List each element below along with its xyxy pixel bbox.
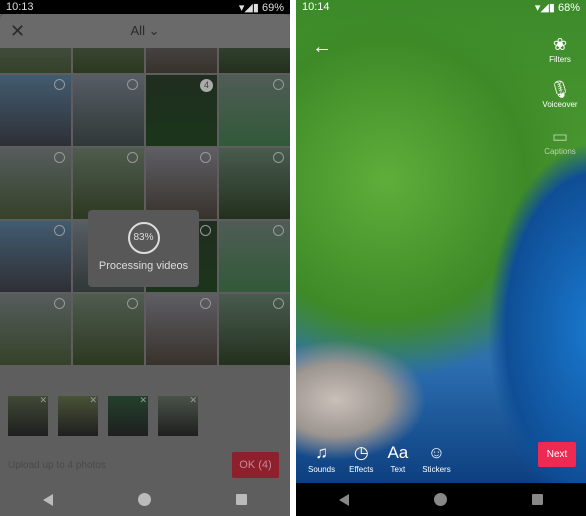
select-circle[interactable]: [54, 152, 65, 163]
media-cell[interactable]: [0, 48, 71, 73]
status-time: 10:14: [302, 1, 330, 13]
select-circle[interactable]: [273, 152, 284, 163]
next-button[interactable]: Next: [538, 442, 576, 467]
ok-button[interactable]: OK (4): [232, 452, 279, 478]
select-circle[interactable]: [273, 79, 284, 90]
processing-dialog: 83% Processing videos: [88, 210, 199, 287]
media-cell[interactable]: [146, 48, 217, 73]
back-nav-icon[interactable]: [338, 493, 349, 506]
select-circle[interactable]: [127, 152, 138, 163]
select-circle[interactable]: [127, 298, 138, 309]
status-time: 10:13: [6, 1, 34, 13]
select-circle[interactable]: [273, 298, 284, 309]
back-nav-icon[interactable]: [42, 493, 53, 506]
effects-button[interactable]: ◷ Effects: [349, 443, 373, 474]
text-button[interactable]: Aa Text: [387, 443, 408, 474]
selected-thumbnail[interactable]: ✕: [158, 395, 198, 436]
microphone-icon: 🎙︎: [549, 80, 571, 99]
recents-nav-icon[interactable]: [532, 494, 544, 505]
select-circle[interactable]: [54, 225, 65, 236]
captions-button[interactable]: ▭ Captions: [538, 127, 582, 156]
selected-thumbnail[interactable]: ✕: [108, 395, 148, 436]
voiceover-button[interactable]: 🎙︎ Voiceover: [538, 80, 582, 109]
music-note-icon: ♫: [315, 443, 328, 462]
upload-hint: Upload up to 4 photos: [8, 460, 106, 471]
back-arrow-icon[interactable]: ←: [312, 36, 332, 59]
selected-thumbnail[interactable]: ✕: [8, 395, 48, 436]
select-circle[interactable]: [200, 225, 211, 236]
sounds-button[interactable]: ♫ Sounds: [308, 443, 335, 474]
select-circle[interactable]: [54, 79, 65, 90]
status-bar: 10:13 ▾◢▮ 69%: [0, 0, 290, 14]
video-preview: [296, 0, 586, 483]
selected-thumbnail[interactable]: ✕: [58, 395, 98, 436]
select-circle[interactable]: [273, 225, 284, 236]
status-battery: ▾◢▮ 68%: [534, 1, 580, 14]
processing-label: Processing videos: [98, 260, 189, 272]
selected-thumbnails: ✕ ✕ ✕ ✕: [8, 395, 198, 436]
filters-icon: ❀: [552, 35, 568, 54]
bottom-toolbar: ♫ Sounds ◷ Effects Aa Text ☺ Stickers: [308, 443, 451, 474]
editor-screen: 10:14 ▾◢▮ 68% ← ❀ Filters 🎙︎ Voiceover ▭…: [296, 0, 586, 516]
select-circle[interactable]: [200, 298, 211, 309]
progress-ring: 83%: [127, 222, 160, 254]
nav-bar: [0, 483, 290, 516]
remove-icon[interactable]: ✕: [39, 395, 47, 406]
home-nav-icon[interactable]: [137, 493, 151, 506]
stickers-button[interactable]: ☺ Stickers: [422, 443, 450, 474]
remove-icon[interactable]: ✕: [89, 395, 97, 406]
filters-button[interactable]: ❀ Filters: [538, 35, 582, 64]
album-dropdown[interactable]: All ⌄: [131, 23, 160, 39]
remove-icon[interactable]: ✕: [189, 395, 197, 406]
nav-bar: [296, 483, 586, 516]
status-battery: ▾◢▮ 69%: [238, 1, 284, 14]
home-nav-icon[interactable]: [433, 493, 447, 506]
gallery-header: ✕ All ⌄: [0, 14, 290, 48]
select-circle[interactable]: [54, 298, 65, 309]
media-cell[interactable]: [73, 48, 144, 73]
select-circle[interactable]: [200, 152, 211, 163]
captions-icon: ▭: [551, 127, 569, 146]
remove-icon[interactable]: ✕: [139, 395, 147, 406]
gallery-screen: 10:13 ▾◢▮ 69% ✕ All ⌄ 4 83% Processing v…: [0, 0, 290, 516]
media-cell[interactable]: [219, 48, 290, 73]
sticker-icon: ☺: [427, 443, 446, 462]
select-circle[interactable]: [127, 79, 138, 90]
status-bar: 10:14 ▾◢▮ 68%: [296, 0, 586, 14]
selection-badge[interactable]: 4: [200, 79, 213, 92]
close-icon[interactable]: ✕: [10, 21, 25, 42]
recents-nav-icon[interactable]: [236, 494, 248, 505]
text-icon: Aa: [387, 443, 409, 462]
effects-icon: ◷: [353, 443, 369, 462]
